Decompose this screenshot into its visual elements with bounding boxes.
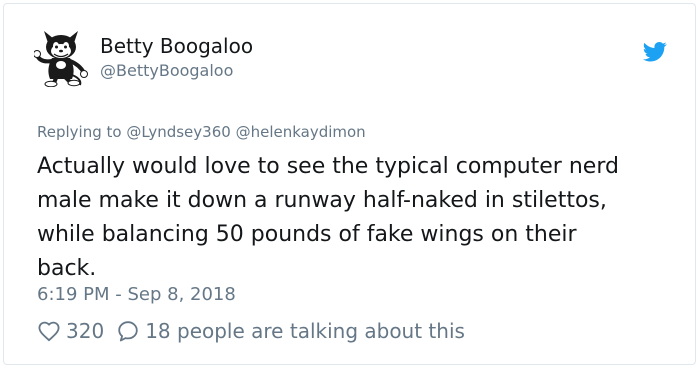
tweet-card: Betty Boogaloo @BettyBoogaloo Replying t…	[3, 3, 696, 365]
replying-to: Replying to @Lyndsey360 @helenkaydimon	[37, 125, 366, 140]
tweet-stats: 320 18 people are talking about this	[37, 318, 465, 344]
replying-to-prefix: Replying to	[37, 123, 122, 141]
tweet-text-line: while balancing 50 pounds of fake wings …	[37, 222, 577, 247]
mention-link[interactable]: @helenkaydimon	[236, 123, 366, 141]
comment-bubble-icon[interactable]	[116, 319, 140, 343]
tweet-text: Actually would love to see the typical c…	[37, 150, 677, 286]
heart-icon[interactable]	[37, 319, 61, 343]
author-display-name[interactable]: Betty Boogaloo	[100, 36, 253, 56]
tweet-text-line: Actually would love to see the typical c…	[37, 154, 619, 179]
like-count[interactable]: 320	[66, 319, 104, 343]
author-handle[interactable]: @BettyBoogaloo	[100, 63, 233, 79]
tweet-text-line: back.	[37, 256, 97, 281]
talking-about-link[interactable]: 18 people are talking about this	[145, 319, 465, 343]
tweet-text-line: male make it down a runway half-naked in…	[37, 188, 607, 213]
tweet-timestamp[interactable]: 6:19 PM - Sep 8, 2018	[37, 286, 236, 304]
mention-link[interactable]: @Lyndsey360	[126, 123, 230, 141]
felix-the-cat-icon[interactable]	[34, 29, 88, 87]
twitter-bird-icon[interactable]	[643, 42, 667, 62]
